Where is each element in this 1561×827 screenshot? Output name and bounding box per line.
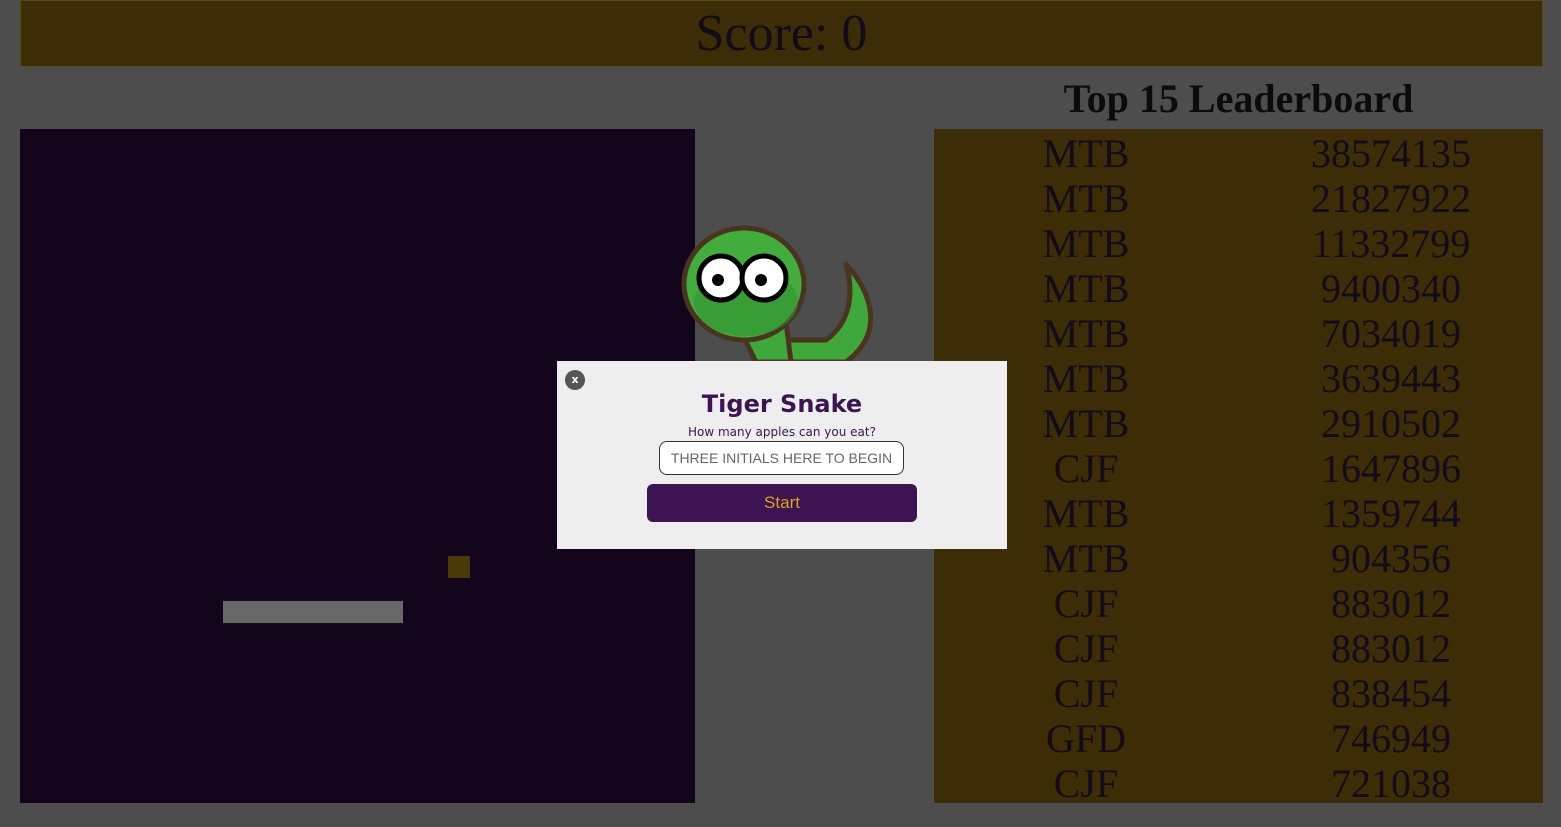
leaderboard-title: Top 15 Leaderboard xyxy=(1063,76,1414,121)
leaderboard-player-initials: CJF xyxy=(1053,671,1119,716)
leaderboard-row: CJF 883012 xyxy=(934,581,1543,626)
leaderboard-row: CJF 838454 xyxy=(934,671,1543,716)
leaderboard-player-score: 7034019 xyxy=(1321,311,1461,356)
dialog-title: Tiger Snake xyxy=(701,390,863,418)
leaderboard-row: CJF 1647896 xyxy=(934,446,1543,491)
score-label: Score: 0 xyxy=(695,4,868,62)
leaderboard-player-score: 883012 xyxy=(1331,626,1451,671)
score-bar: Score: 0 xyxy=(20,0,1543,67)
leaderboard-row: CJF 883012 xyxy=(934,626,1543,671)
leaderboard-row: MTB 1359744 xyxy=(934,491,1543,536)
leaderboard-player-score: 11332799 xyxy=(1311,221,1471,266)
leaderboard-player-score: 9400340 xyxy=(1321,266,1461,311)
initials-input[interactable] xyxy=(659,441,904,475)
leaderboard-player-score: 746949 xyxy=(1331,716,1451,761)
leaderboard-player-initials: MTB xyxy=(1042,491,1130,536)
leaderboard-player-initials: MTB xyxy=(1042,266,1130,311)
leaderboard-player-initials: MTB xyxy=(1042,176,1130,221)
leaderboard-player-initials: CJF xyxy=(1053,581,1119,626)
leaderboard-row: CJF 721038 xyxy=(934,761,1543,806)
leaderboard-row: MTB 2910502 xyxy=(934,401,1543,446)
leaderboard-player-score: 721038 xyxy=(1331,761,1451,806)
leaderboard-player-initials: MTB xyxy=(1042,311,1130,356)
start-button[interactable]: Start xyxy=(647,484,917,522)
leaderboard-player-score: 1359744 xyxy=(1321,491,1461,536)
leaderboard-player-score: 21827922 xyxy=(1311,176,1471,221)
dialog-subtitle: How many apples can you eat? xyxy=(688,425,876,439)
start-dialog: x Tiger Snake How many apples can you ea… xyxy=(557,361,1007,549)
leaderboard-row: MTB 3639443 xyxy=(934,356,1543,401)
leaderboard-player-initials: GFD xyxy=(1045,716,1127,761)
leaderboard-player-initials: MTB xyxy=(1042,131,1130,176)
leaderboard-player-score: 3639443 xyxy=(1321,356,1461,401)
leaderboard-row: MTB 11332799 xyxy=(934,221,1543,266)
leaderboard-table: MTB 38574135 MTB 21827922 MTB 11332799 MTB 9400… xyxy=(934,129,1543,806)
leaderboard-player-score: 38574135 xyxy=(1311,131,1471,176)
leaderboard-row: MTB 904356 xyxy=(934,536,1543,581)
leaderboard-player-score: 1647896 xyxy=(1321,446,1461,491)
leaderboard-row: MTB 38574135 xyxy=(934,131,1543,176)
leaderboard-row: MTB 9400340 xyxy=(934,266,1543,311)
cartoon-snake-icon xyxy=(681,225,874,365)
leaderboard-player-score: 883012 xyxy=(1331,581,1451,626)
apple xyxy=(448,556,470,578)
leaderboard-row: MTB 21827922 xyxy=(934,176,1543,221)
leaderboard-player-initials: MTB xyxy=(1042,356,1130,401)
leaderboard-row: GFD 746949 xyxy=(934,716,1543,761)
leaderboard-row: MTB 7034019 xyxy=(934,311,1543,356)
leaderboard-player-initials: MTB xyxy=(1042,536,1130,581)
close-icon[interactable]: x xyxy=(565,370,585,390)
leaderboard-player-initials: CJF xyxy=(1053,446,1119,491)
snake-body xyxy=(223,601,403,623)
leaderboard-player-initials: MTB xyxy=(1042,401,1130,446)
leaderboard-player-initials: CJF xyxy=(1053,626,1119,671)
leaderboard-player-initials: CJF xyxy=(1053,761,1119,806)
leaderboard-player-score: 904356 xyxy=(1331,536,1451,581)
leaderboard-player-initials: MTB xyxy=(1042,221,1130,266)
leaderboard-player-score: 2910502 xyxy=(1321,401,1461,446)
leaderboard-player-score: 838454 xyxy=(1331,671,1451,716)
